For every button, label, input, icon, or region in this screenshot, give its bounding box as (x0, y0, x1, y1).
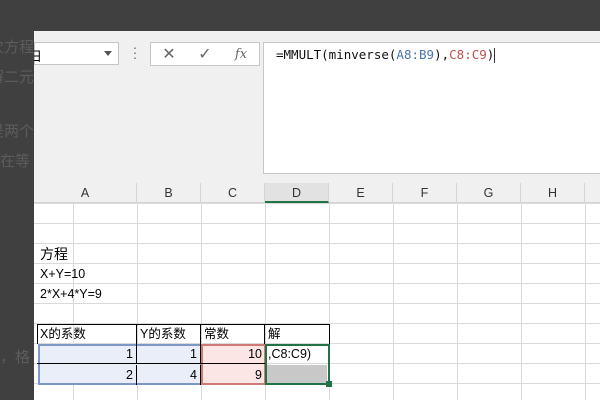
enter-check-icon[interactable]: ✓ (190, 44, 220, 64)
column-header-i[interactable] (585, 183, 600, 203)
cell-d8-editing[interactable]: ,C8:C9) (265, 344, 329, 364)
formula-buttons: ✕ ✓ fx (150, 42, 260, 66)
column-header-b[interactable]: B (137, 183, 201, 203)
cancel-icon[interactable]: ✕ (154, 44, 184, 64)
bg-text-line: 是两个 (0, 123, 34, 140)
cell-c9[interactable]: 9 (201, 365, 265, 385)
cell-d9[interactable] (265, 365, 329, 385)
column-header-d[interactable]: D (265, 183, 329, 203)
bg-text-line: 次方程 (0, 39, 34, 56)
header-solution[interactable]: 解 (265, 324, 329, 344)
excel-window: 日 · · · ✕ ✓ fx =MMULT(minverse(A8:B9),C8:C… (34, 31, 600, 400)
insert-function-icon[interactable]: fx (226, 47, 256, 62)
formula-part: =MMULT(minverse( (276, 47, 397, 62)
name-box-value: 日 (34, 49, 43, 64)
bg-text-line: 格， (0, 349, 31, 366)
cell-c8[interactable]: 10 (201, 344, 265, 364)
name-box[interactable]: 日 (34, 42, 119, 65)
cell-a9[interactable]: 2 (37, 365, 137, 385)
column-header-h[interactable]: H (521, 183, 585, 203)
cell-b8[interactable]: 1 (137, 344, 201, 364)
column-header-g[interactable]: G (457, 183, 521, 203)
column-header-f[interactable]: F (393, 183, 457, 203)
column-header-e[interactable]: E (329, 183, 393, 203)
formula-part: ) (486, 47, 495, 62)
chevron-down-icon[interactable] (104, 51, 112, 56)
text-cursor (494, 48, 496, 63)
header-y-coef[interactable]: Y的系数 (137, 324, 201, 344)
formula-range-ref: C8:C9 (449, 47, 487, 62)
bg-text-line: 解二元 (0, 69, 34, 86)
header-constant[interactable]: 常数 (201, 324, 265, 344)
header-x-coef[interactable]: X的系数 (37, 324, 137, 344)
cell-b9[interactable]: 4 (137, 365, 201, 385)
column-header-a[interactable]: A (34, 183, 137, 203)
cell-eq1[interactable]: X+Y=10 (37, 264, 88, 284)
formula-input[interactable]: =MMULT(minverse(A8:B9),C8:C9) (263, 42, 600, 174)
cell-eq2[interactable]: 2*X+4*Y=9 (37, 284, 105, 304)
cell-title[interactable]: 方程 (37, 244, 71, 264)
column-header-c[interactable]: C (201, 183, 265, 203)
more-handle-icon[interactable]: · · · (132, 40, 138, 64)
formula-range-ref: A8:B9 (396, 47, 435, 62)
bg-text-line: 在等 (0, 153, 31, 170)
formula-part: ), (434, 47, 450, 62)
cell-a8[interactable]: 1 (37, 344, 137, 364)
